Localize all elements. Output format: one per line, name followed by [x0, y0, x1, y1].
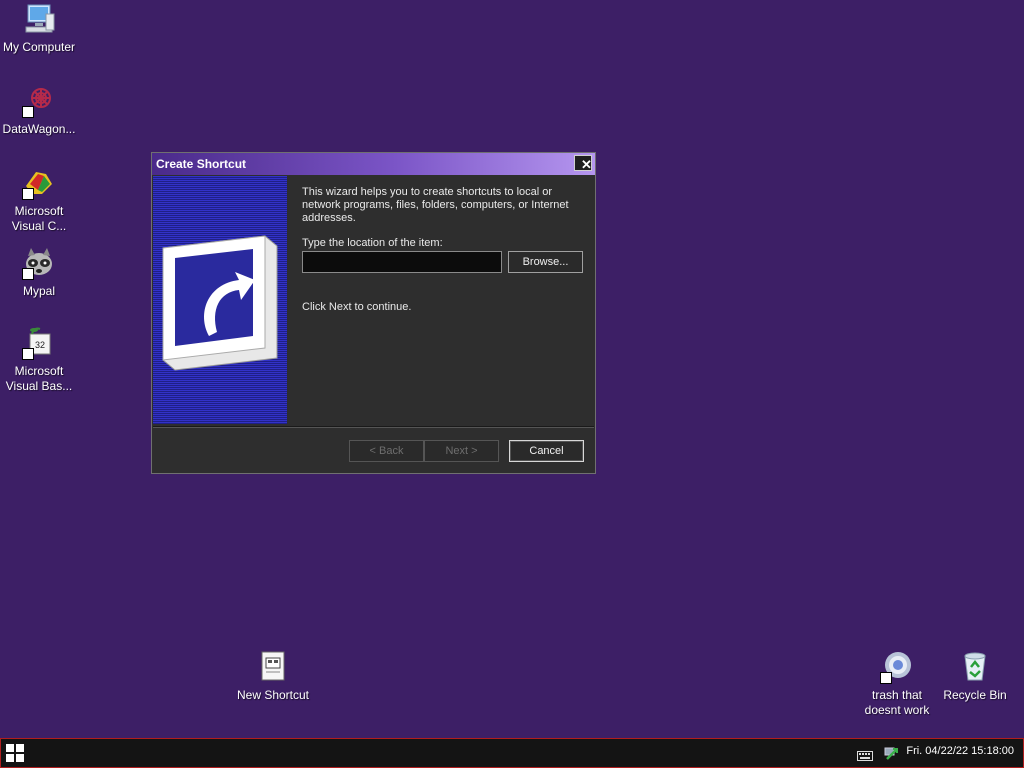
- desktop-icon-label: My Computer: [2, 40, 76, 54]
- shortcut-arrow-icon: [880, 672, 892, 684]
- chrome-like-icon: [880, 650, 914, 684]
- create-shortcut-dialog: Create Shortcut ✕ This wizard helps you …: [151, 152, 596, 474]
- recycle-bin-icon: [958, 650, 992, 684]
- taskbar-clock[interactable]: Fri. 04/22/22 15:18:00: [906, 745, 1014, 757]
- mypal-raccoon-icon: [22, 246, 56, 280]
- location-label: Type the location of the item:: [302, 237, 443, 249]
- desktop-icon-label: DataWagon...: [2, 122, 76, 136]
- taskbar: Fri. 04/22/22 15:18:00: [0, 738, 1024, 768]
- shortcut-arrow-graphic-icon: [162, 235, 278, 371]
- start-button[interactable]: [5, 743, 25, 763]
- desktop-icon-label: Mypal: [22, 284, 55, 298]
- desktop-icon-recycle-bin[interactable]: Recycle Bin: [933, 650, 1017, 703]
- datawagon-icon: [22, 84, 56, 118]
- visual-c-icon: [22, 166, 56, 200]
- desktop-icon-visual-c[interactable]: Microsoft Visual C...: [0, 166, 81, 234]
- windows-logo-icon: [6, 744, 24, 762]
- keyboard-icon[interactable]: [857, 748, 873, 761]
- cancel-button[interactable]: Cancel: [509, 440, 584, 462]
- desktop-icon-trash-shortcut[interactable]: trash that doesnt work: [855, 650, 939, 718]
- dialog-title: Create Shortcut: [156, 157, 247, 171]
- footer-divider: [153, 426, 594, 428]
- browse-button[interactable]: Browse...: [508, 251, 583, 273]
- shortcut-arrow-icon: [22, 106, 34, 118]
- continue-hint: Click Next to continue.: [302, 301, 412, 313]
- location-input[interactable]: [302, 251, 502, 273]
- wizard-banner: [153, 176, 287, 424]
- next-button[interactable]: Next >: [424, 440, 499, 462]
- desktop-icon-label: Microsoft Visual Bas...: [5, 364, 73, 393]
- desktop-icon-label: trash that doesnt work: [864, 688, 930, 717]
- desktop-icon-label: Microsoft Visual C...: [11, 204, 67, 233]
- desktop-icon-datawagon[interactable]: DataWagon...: [0, 84, 81, 137]
- wizard-intro-text: This wizard helps you to create shortcut…: [302, 186, 569, 224]
- computer-icon: [22, 2, 56, 36]
- shortcut-arrow-icon: [22, 348, 34, 360]
- desktop-icon-visual-basic[interactable]: 32 Microsoft Visual Bas...: [0, 326, 81, 394]
- shortcut-arrow-icon: [22, 268, 34, 280]
- desktop-icon-label: New Shortcut: [236, 688, 310, 702]
- shortcut-arrow-icon: [22, 188, 34, 200]
- desktop-icon-label: Recycle Bin: [943, 688, 1007, 702]
- network-icon[interactable]: [883, 744, 899, 760]
- back-button[interactable]: < Back: [349, 440, 424, 462]
- wizard-content: This wizard helps you to create shortcut…: [302, 186, 585, 313]
- svg-text:32: 32: [35, 340, 45, 350]
- desktop-icon-mypal[interactable]: Mypal: [0, 246, 81, 299]
- close-button[interactable]: ✕: [574, 155, 592, 172]
- shortcut-file-icon: [256, 650, 290, 684]
- desktop-icon-my-computer[interactable]: My Computer: [0, 2, 81, 55]
- visual-basic-icon: 32: [22, 326, 56, 360]
- desktop-icon-new-shortcut[interactable]: New Shortcut: [231, 650, 315, 703]
- dialog-titlebar[interactable]: Create Shortcut ✕: [152, 153, 595, 175]
